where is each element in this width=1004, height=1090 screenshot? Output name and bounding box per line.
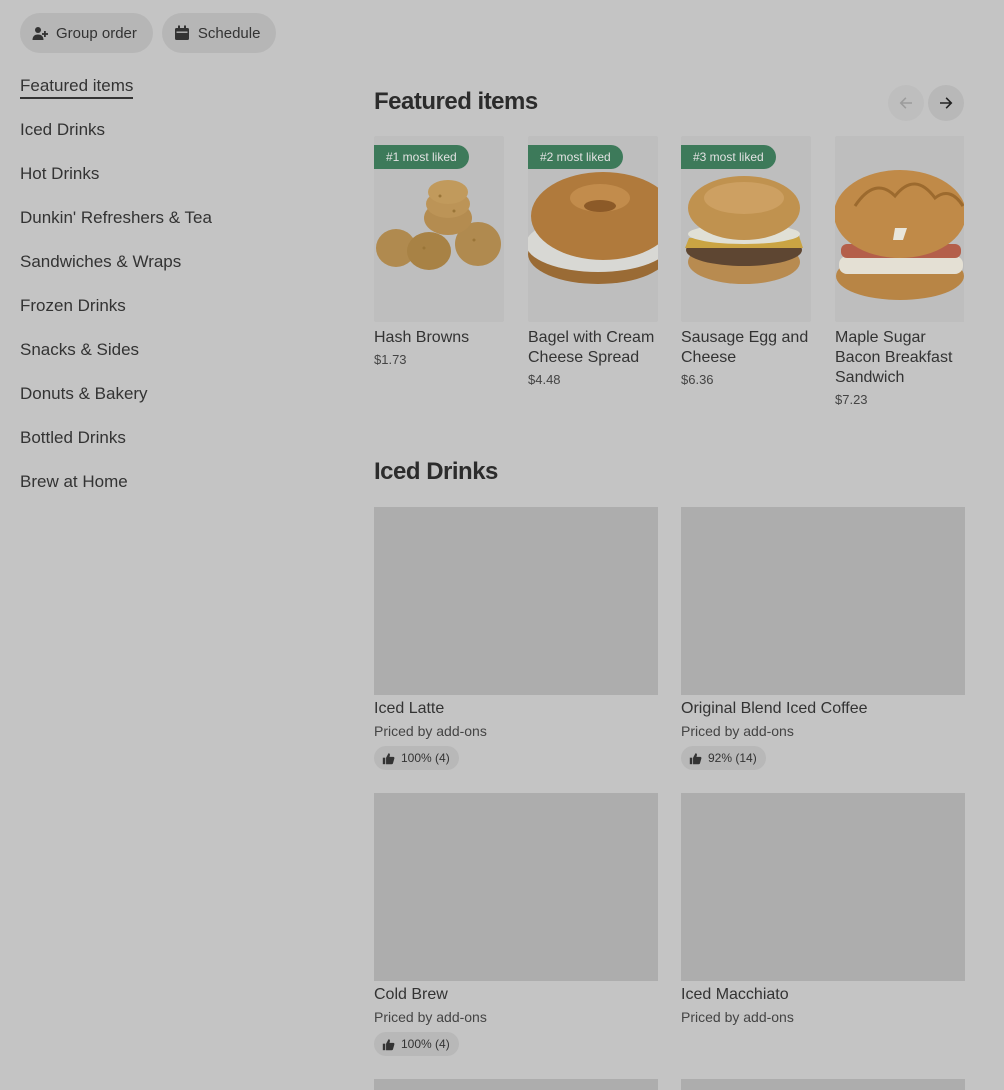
item-image-placeholder: [681, 793, 965, 981]
item-image-placeholder[interactable]: [681, 1079, 965, 1090]
item-name: Cold Brew: [374, 986, 448, 1003]
bagel-image: #2 most liked: [528, 136, 658, 322]
group-order-button[interactable]: Group order: [20, 13, 153, 53]
sidebar-item-refreshers-tea[interactable]: Dunkin' Refreshers & Tea: [20, 206, 320, 250]
thumbs-up-icon: [689, 752, 702, 764]
item-name: Bagel with Cream Cheese Spread: [528, 329, 655, 366]
featured-carousel: #1 most liked Hash Browns $1.73 #2 most …: [374, 136, 964, 426]
rating-value: 92% (14): [708, 751, 757, 765]
sidebar-item-frozen-drinks[interactable]: Frozen Drinks: [20, 294, 320, 338]
carousel-prev-button[interactable]: [888, 85, 924, 121]
maple-sugar-sandwich-image: [835, 136, 964, 322]
carousel-controls: [888, 85, 964, 121]
item-price-note: Priced by add-ons: [681, 723, 794, 739]
item-price: $7.23: [835, 392, 868, 407]
featured-card[interactable]: #3 most liked Sausage Egg and Cheese $6.…: [681, 136, 811, 387]
add-person-icon: [32, 27, 48, 40]
top-actions: Group order Schedule: [20, 13, 277, 53]
item-image-placeholder: [374, 507, 658, 695]
sidebar-item-bottled-drinks[interactable]: Bottled Drinks: [20, 426, 320, 470]
rating-badge: 92% (14): [681, 746, 766, 770]
featured-card[interactable]: #2 most liked Bagel with Cream Cheese Sp…: [528, 136, 658, 387]
item-price-note: Priced by add-ons: [374, 1009, 487, 1025]
arrow-right-icon: [940, 97, 953, 109]
thumbs-up-icon: [382, 1038, 395, 1050]
item-price: $4.48: [528, 372, 561, 387]
item-image-placeholder[interactable]: [374, 1079, 658, 1090]
sidebar-item-sandwiches-wraps[interactable]: Sandwiches & Wraps: [20, 250, 320, 294]
rating-badge: 100% (4): [374, 746, 459, 770]
calendar-icon: [174, 25, 189, 40]
category-sidebar: Featured items Iced Drinks Hot Drinks Du…: [20, 74, 320, 514]
sidebar-item-donuts-bakery[interactable]: Donuts & Bakery: [20, 382, 320, 426]
carousel-next-button[interactable]: [928, 85, 964, 121]
sidebar-item-brew-at-home[interactable]: Brew at Home: [20, 470, 320, 514]
rating-value: 100% (4): [401, 1037, 450, 1051]
menu-item-card[interactable]: Iced Latte Priced by add-ons 100% (4): [374, 507, 658, 770]
sausage-egg-cheese-image: #3 most liked: [681, 136, 811, 322]
schedule-label: Schedule: [197, 24, 261, 42]
item-name: Iced Latte: [374, 700, 445, 717]
sidebar-item-iced-drinks[interactable]: Iced Drinks: [20, 118, 320, 162]
item-name: Iced Macchiato: [681, 986, 789, 1003]
most-liked-badge: #2 most liked: [528, 145, 623, 169]
most-liked-badge: #1 most liked: [374, 145, 469, 169]
item-image-placeholder: [374, 793, 658, 981]
hash-browns-image: #1 most liked: [374, 136, 504, 322]
item-name: Sausage Egg and Cheese: [681, 329, 809, 366]
sidebar-item-hot-drinks[interactable]: Hot Drinks: [20, 162, 320, 206]
item-price-note: Priced by add-ons: [374, 723, 487, 739]
group-order-label: Group order: [56, 24, 137, 42]
item-name: Maple Sugar Bacon Breakfast Sandwich: [835, 329, 953, 386]
sidebar-item-featured-items[interactable]: Featured items: [20, 74, 320, 118]
menu-item-card[interactable]: Cold Brew Priced by add-ons 100% (4): [374, 793, 658, 1056]
thumbs-up-icon: [382, 752, 395, 764]
rating-value: 100% (4): [401, 751, 450, 765]
item-price: $6.36: [681, 372, 714, 387]
arrow-left-icon: [899, 97, 912, 109]
item-name: Original Blend Iced Coffee: [681, 700, 868, 717]
item-price-note: Priced by add-ons: [681, 1009, 794, 1025]
schedule-button[interactable]: Schedule: [161, 13, 277, 53]
item-image-placeholder: [681, 507, 965, 695]
featured-card[interactable]: #1 most liked Hash Browns $1.73: [374, 136, 504, 367]
iced-drinks-section-title: Iced Drinks: [374, 458, 498, 485]
sidebar-item-snacks-sides[interactable]: Snacks & Sides: [20, 338, 320, 382]
featured-section-title: Featured items: [374, 88, 538, 115]
most-liked-badge: #3 most liked: [681, 145, 776, 169]
item-price: $1.73: [374, 352, 407, 367]
menu-item-card[interactable]: Iced Macchiato Priced by add-ons: [681, 793, 965, 1025]
rating-badge: 100% (4): [374, 1032, 459, 1056]
item-name: Hash Browns: [374, 329, 470, 346]
featured-card[interactable]: Maple Sugar Bacon Breakfast Sandwich $7.…: [835, 136, 964, 407]
menu-item-card[interactable]: Original Blend Iced Coffee Priced by add…: [681, 507, 965, 770]
